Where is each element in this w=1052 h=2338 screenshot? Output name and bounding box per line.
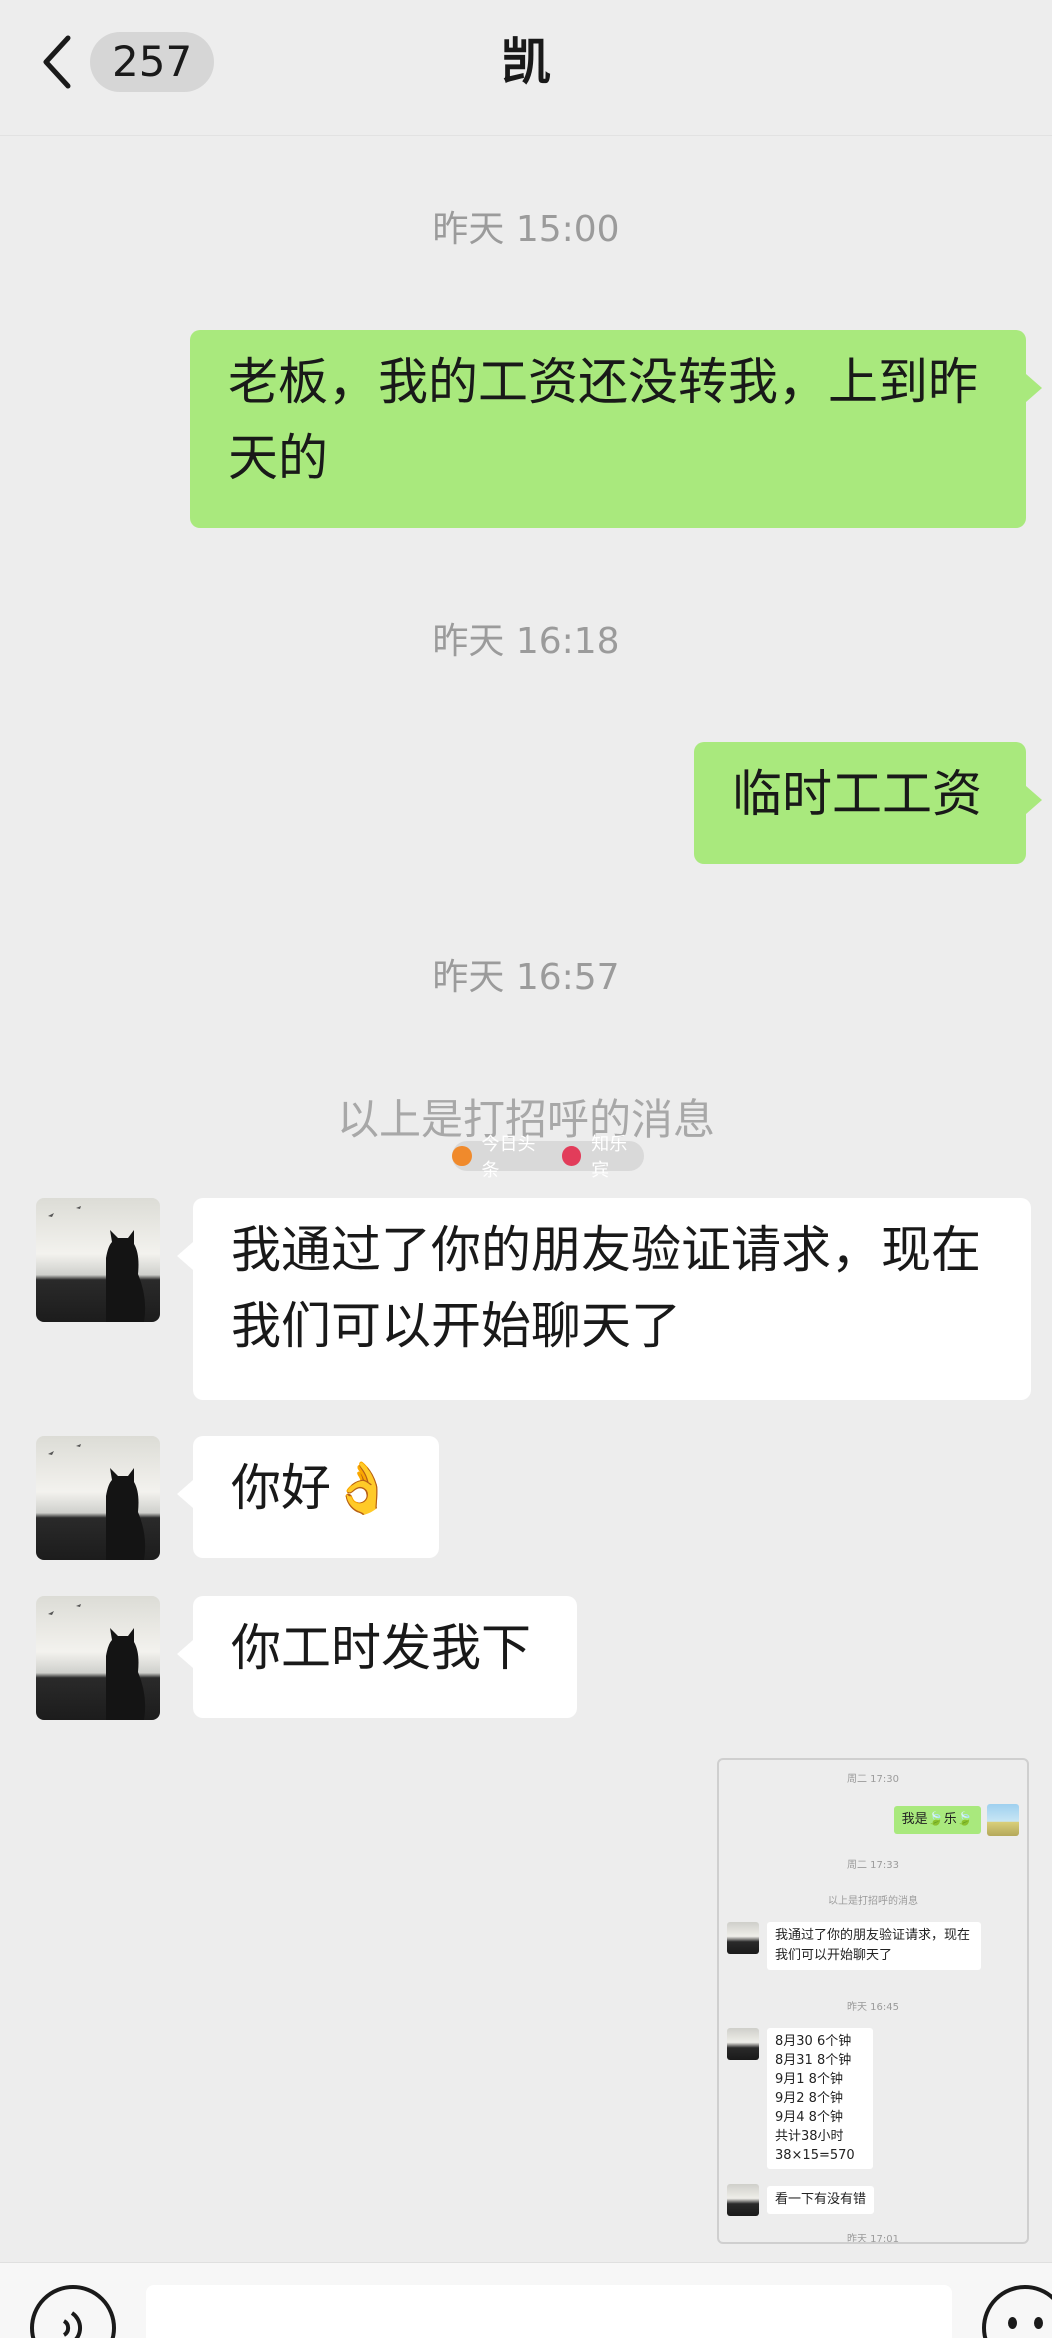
- screenshot-avatar: [727, 2028, 759, 2060]
- cat-silhouette-icon: [48, 1206, 146, 1322]
- emoji-eye: [1008, 2317, 1017, 2329]
- incoming-message[interactable]: 我通过了你的朋友验证请求，现在我们可以开始聊天了: [177, 1198, 1031, 1400]
- emoji-eye: [1034, 2317, 1043, 2329]
- screenshot-avatar: [987, 1804, 1019, 1836]
- cat-silhouette-icon: [48, 1604, 146, 1720]
- avatar[interactable]: [36, 1436, 160, 1560]
- avatar[interactable]: [36, 1198, 160, 1322]
- screenshot-outgoing-message: 我是🍃乐🍃: [893, 1806, 981, 1834]
- watermark-text: 知乐宾: [591, 1134, 628, 1181]
- timestamp: 昨天 16:18: [432, 621, 620, 662]
- timestamp: 昨天 15:00: [432, 209, 620, 250]
- outgoing-message[interactable]: 临时工工资: [694, 742, 1042, 864]
- chat-header: 257 凯: [0, 0, 1052, 136]
- input-bar: [0, 2262, 1052, 2338]
- avatar[interactable]: [36, 1596, 160, 1720]
- cat-silhouette-icon: [48, 1444, 146, 1560]
- screenshot-system-message: 以上是打招呼的消息: [828, 1896, 918, 1907]
- screenshot-avatar: [727, 1922, 759, 1954]
- outgoing-message[interactable]: 老板，我的工资还没转我，上到昨天的: [190, 330, 1042, 528]
- chat-title: 凯: [501, 33, 551, 91]
- watermark: 今日头条 知乐宾: [452, 1134, 644, 1181]
- incoming-message[interactable]: 你好👌: [177, 1436, 439, 1558]
- screenshot-timestamp: 周二 17:30: [847, 1774, 899, 1785]
- ok-hand-emoji: 👌: [331, 1459, 394, 1517]
- screenshot-timestamp: 昨天 17:01: [847, 2234, 899, 2244]
- incoming-message[interactable]: 你工时发我下: [177, 1596, 577, 1718]
- screenshot-hours-message: 8月30 6个钟 8月31 8个钟 9月1 8个钟 9月2 8个钟 9月4 8个…: [767, 2028, 873, 2169]
- watermark-logo-icon: [561, 1146, 582, 1166]
- screenshot-timestamp: 昨天 16:45: [847, 2002, 899, 2013]
- emoji-icon[interactable]: [982, 2285, 1052, 2338]
- message-input[interactable]: [146, 2285, 952, 2338]
- screenshot-timestamp: 周二 17:33: [847, 1860, 899, 1871]
- timestamp: 昨天 16:57: [432, 957, 620, 998]
- screenshot-incoming-message: 我通过了你的朋友验证请求，现在 我们可以开始聊天了: [767, 1922, 981, 1970]
- watermark-logo-icon: [452, 1146, 472, 1166]
- screenshot-avatar: [727, 2184, 759, 2216]
- voice-icon[interactable]: [30, 2285, 116, 2338]
- screenshot-incoming-message: 看一下有没有错: [767, 2186, 875, 2214]
- image-message[interactable]: 周二 17:30 我是🍃乐🍃 周二 17:33 以上是打招呼的消息 我通过了你的…: [717, 1758, 1029, 2244]
- watermark-text: 今日头条: [481, 1134, 536, 1181]
- message-text: 你好: [231, 1459, 331, 1517]
